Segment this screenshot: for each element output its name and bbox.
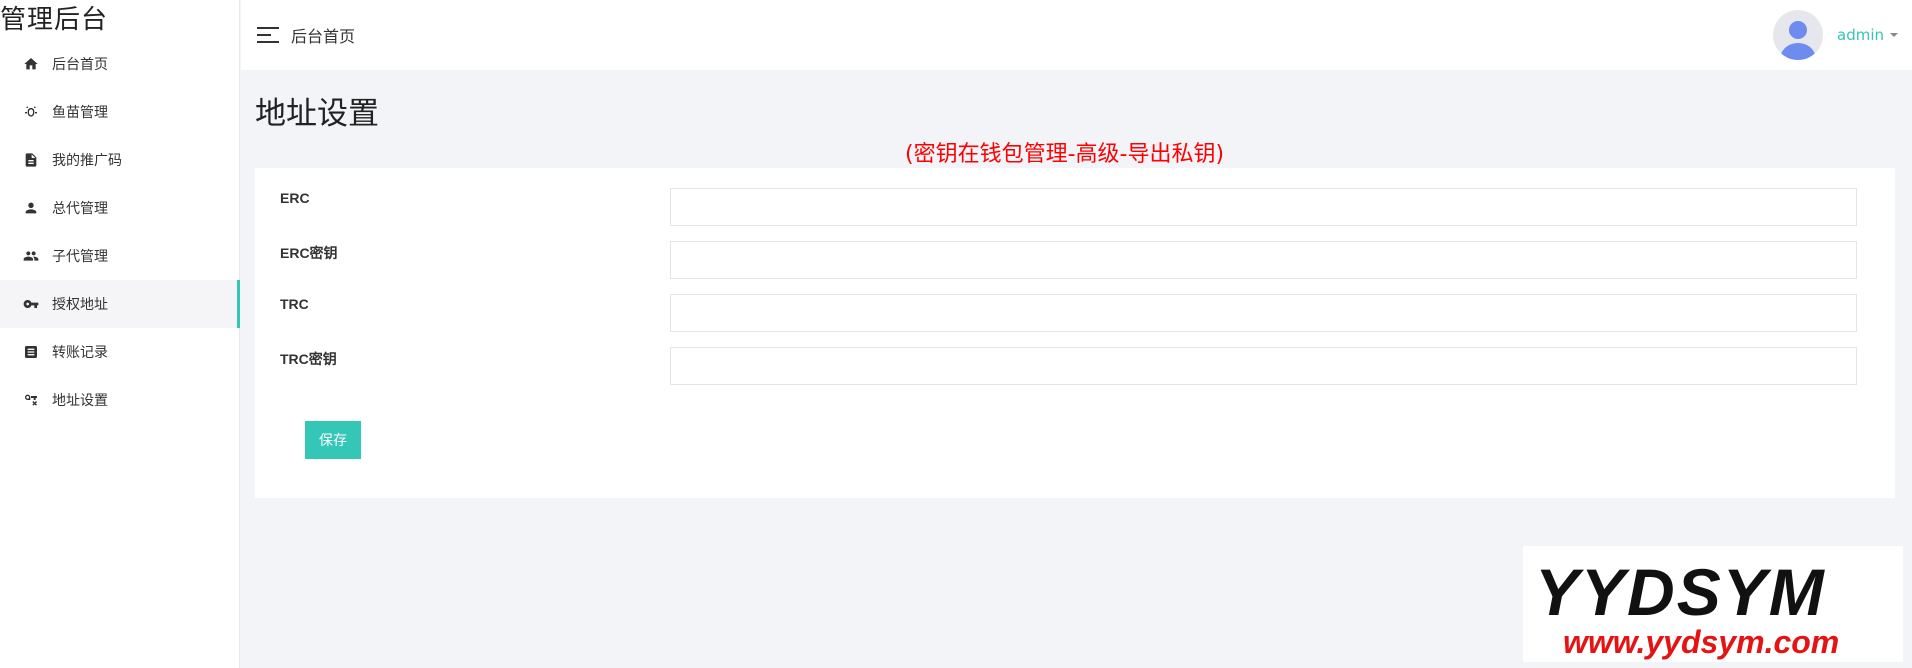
private-key-notice: (密钥在钱包管理-高级-导出私钥) xyxy=(905,142,1225,167)
sidebar-item-general-agent[interactable]: 总代管理 xyxy=(0,184,239,232)
erc-key-label: ERC密钥 xyxy=(280,245,338,261)
sidebar-item-label: 子代管理 xyxy=(52,249,108,265)
page-title: 地址设置 xyxy=(255,96,379,132)
trc-input[interactable] xyxy=(670,294,1857,332)
sidebar-item-fish[interactable]: 鱼苗管理 xyxy=(0,88,239,136)
sidebar-item-label: 授权地址 xyxy=(52,297,108,313)
form-row-erc-key: ERC密钥 xyxy=(255,241,1895,281)
watermark-logo: YYDSYM www.yydsym.com xyxy=(1523,546,1903,662)
sidebar-item-label: 我的推广码 xyxy=(52,153,122,169)
sidebar-item-authorized-address[interactable]: 授权地址 xyxy=(0,280,240,328)
username[interactable]: admin xyxy=(1837,26,1884,44)
key-icon xyxy=(22,295,40,313)
brand-title: 管理后台 xyxy=(0,5,109,35)
erc-key-input[interactable] xyxy=(670,241,1857,279)
form-row-erc: ERC xyxy=(255,188,1895,228)
sidebar-item-promo-code[interactable]: 我的推广码 xyxy=(0,136,239,184)
trc-key-input[interactable] xyxy=(670,347,1857,385)
erc-input[interactable] xyxy=(670,188,1857,226)
form-row-trc-key: TRC密钥 xyxy=(255,347,1895,387)
user-avatar-icon xyxy=(1780,21,1816,60)
sidebar-item-home[interactable]: 后台首页 xyxy=(0,40,239,88)
address-settings-form: ERC ERC密钥 TRC TRC密钥 保存 xyxy=(255,168,1895,498)
erc-label: ERC xyxy=(280,190,310,206)
home-icon xyxy=(22,55,40,73)
key-settings-icon xyxy=(22,391,40,409)
fish-icon xyxy=(22,103,40,121)
sidebar: 管理后台 后台首页 鱼苗管理 我的推广码 总代管理 子代管理 授权地址 转账记录… xyxy=(0,0,240,668)
sidebar-item-sub-agent[interactable]: 子代管理 xyxy=(0,232,239,280)
avatar[interactable] xyxy=(1773,10,1823,60)
app: 管理后台 后台首页 鱼苗管理 我的推广码 总代管理 子代管理 授权地址 转账记录… xyxy=(0,0,1912,668)
top-header: 后台首页 admin xyxy=(241,0,1912,70)
person-icon xyxy=(22,199,40,217)
sidebar-item-transfer-records[interactable]: 转账记录 xyxy=(0,328,239,376)
trc-label: TRC xyxy=(280,296,309,312)
breadcrumb[interactable]: 后台首页 xyxy=(291,23,355,47)
sidebar-item-label: 总代管理 xyxy=(52,201,108,217)
document-icon xyxy=(22,151,40,169)
sidebar-item-label: 鱼苗管理 xyxy=(52,105,108,121)
sidebar-nav: 后台首页 鱼苗管理 我的推广码 总代管理 子代管理 授权地址 转账记录 地址设置 xyxy=(0,40,240,424)
user-menu[interactable]: admin xyxy=(1773,10,1898,60)
sidebar-item-label: 转账记录 xyxy=(52,345,108,361)
form-row-trc: TRC xyxy=(255,294,1895,334)
chevron-down-icon[interactable] xyxy=(1890,33,1898,37)
menu-toggle-icon[interactable] xyxy=(257,27,279,43)
watermark-url: www.yydsym.com xyxy=(1563,624,1840,660)
save-button[interactable]: 保存 xyxy=(305,421,361,459)
people-icon xyxy=(22,247,40,265)
sidebar-item-label: 后台首页 xyxy=(52,57,108,73)
watermark-title: YYDSYM xyxy=(1535,555,1826,629)
sidebar-item-address-settings[interactable]: 地址设置 xyxy=(0,376,239,424)
list-icon xyxy=(22,343,40,361)
sidebar-item-label: 地址设置 xyxy=(52,393,108,409)
trc-key-label: TRC密钥 xyxy=(280,351,337,367)
